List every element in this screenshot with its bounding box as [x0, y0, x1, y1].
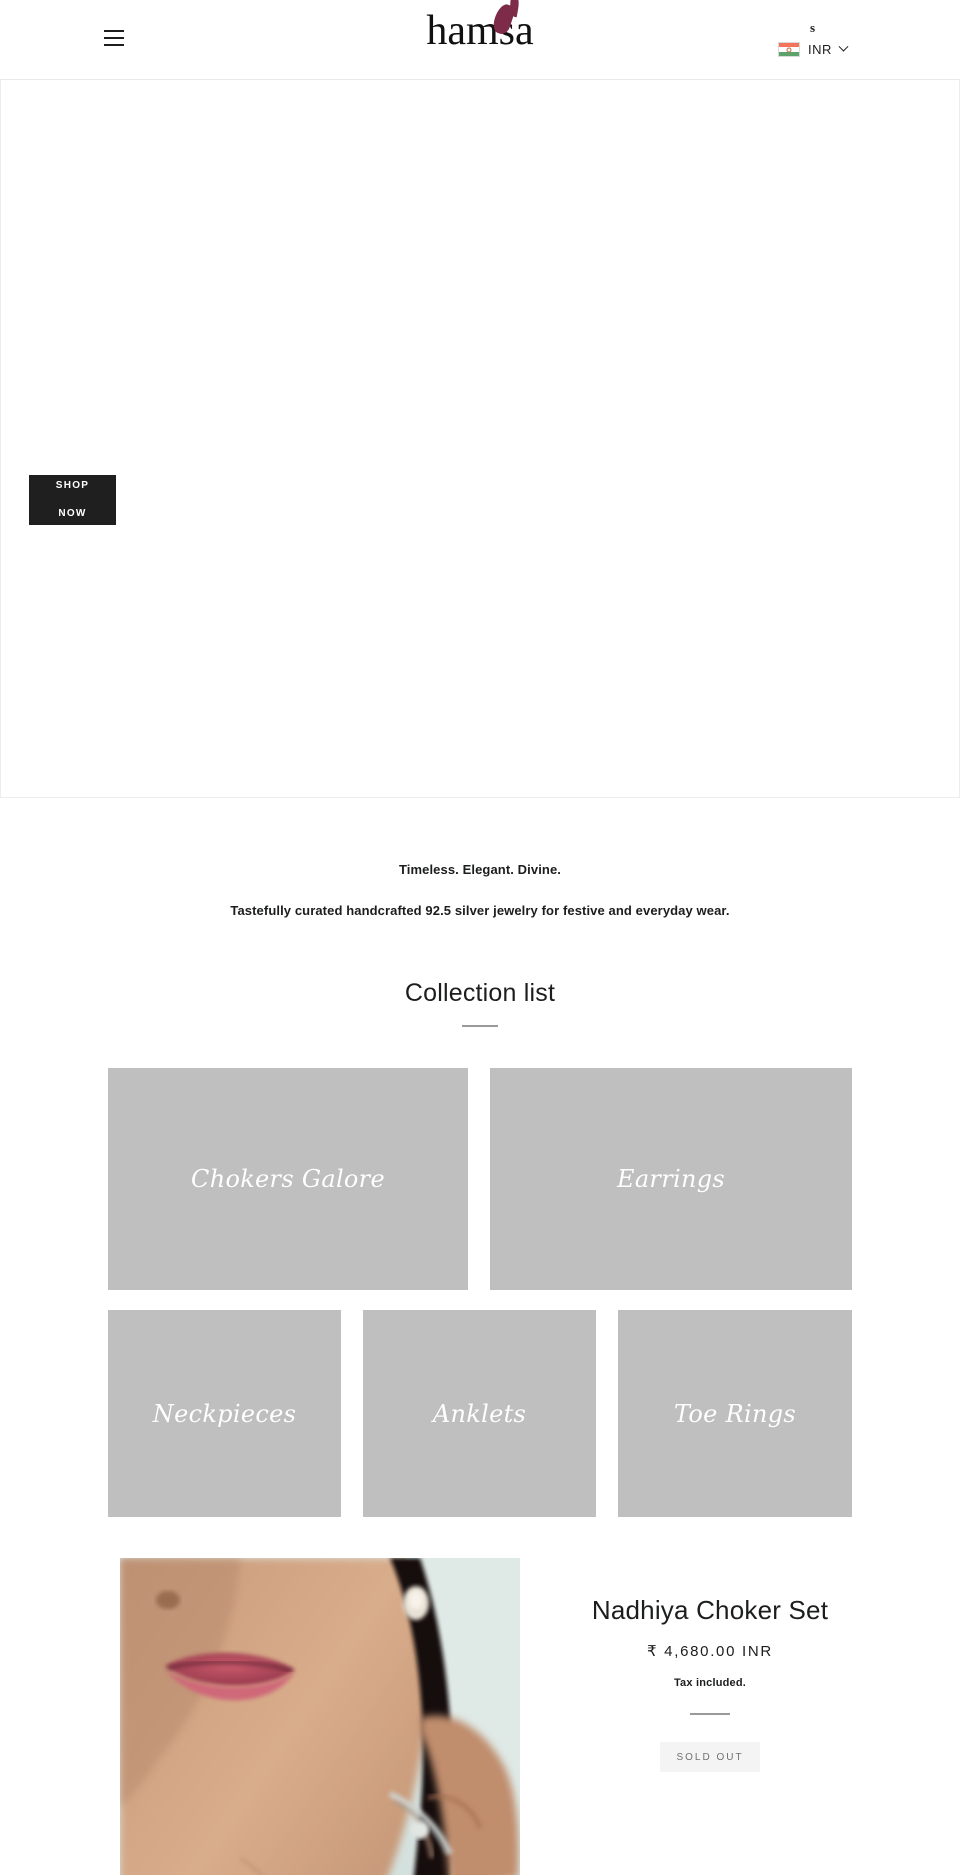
collection-tile-earrings[interactable]: Earrings — [490, 1068, 852, 1290]
header-right-group: s INR — [710, 0, 960, 80]
collection-row-1: Chokers Galore Earrings — [108, 1068, 852, 1290]
collection-tile-label: Neckpieces — [152, 1399, 297, 1428]
hero-banner: SHOP NOW — [0, 80, 960, 798]
product-title: Nadhiya Choker Set — [591, 1595, 829, 1625]
shop-now-line-2: NOW — [58, 508, 87, 519]
hamburger-bar-1 — [104, 30, 124, 32]
collection-list-section: Collection list Chokers Galore Earrings … — [0, 921, 960, 1517]
flag-chakra-icon — [786, 47, 792, 52]
collection-tile-label: Chokers Galore — [191, 1165, 385, 1193]
page-root: hamsa s INR SHOP NOW Timeless. Elegant. … — [0, 0, 960, 1875]
product-divider — [690, 1713, 730, 1715]
collection-tile-neckpieces[interactable]: Neckpieces — [108, 1310, 341, 1517]
collection-tile-grid: Chokers Galore Earrings Neckpieces Ankle… — [108, 1068, 852, 1517]
tagline-line-2: Tastefully curated handcrafted 92.5 silv… — [230, 903, 730, 918]
featured-product-section: Nadhiya Choker Set ₹ 4,680.00 INR Tax in… — [0, 1558, 960, 1875]
product-tax-note: Tax included. — [673, 1677, 747, 1689]
shop-now-line-1: SHOP — [55, 480, 90, 491]
hamburger-bar-2 — [104, 37, 124, 39]
chevron-down-icon — [838, 41, 849, 52]
hamburger-bar-3 — [104, 44, 124, 46]
tagline-section: Timeless. Elegant. Divine. Tastefully cu… — [0, 798, 960, 921]
currency-code: INR — [808, 42, 832, 57]
featured-product-image[interactable] — [120, 1558, 520, 1875]
currency-selector[interactable]: INR — [778, 41, 849, 57]
collection-tile-anklets[interactable]: Anklets — [363, 1310, 596, 1517]
sold-out-button[interactable]: SOLD OUT — [660, 1742, 760, 1772]
woman-wearing-choker-photo — [120, 1558, 520, 1875]
flag-band-green — [779, 51, 799, 56]
search-icon[interactable]: s — [810, 20, 815, 36]
collection-tile-toe-rings[interactable]: Toe Rings — [618, 1310, 852, 1517]
india-flag-icon — [778, 42, 800, 57]
product-price: ₹ 4,680.00 INR — [647, 1643, 773, 1660]
collection-tile-chokers-galore[interactable]: Chokers Galore — [108, 1068, 468, 1290]
shop-now-button[interactable]: SHOP NOW — [29, 475, 116, 525]
collection-row-2: Neckpieces Anklets Toe Rings — [108, 1310, 852, 1517]
collection-tile-label: Anklets — [432, 1399, 527, 1428]
hamburger-menu-icon[interactable] — [104, 26, 130, 50]
collection-tile-label: Earrings — [617, 1165, 725, 1193]
site-header: hamsa s INR — [0, 0, 960, 80]
site-logo[interactable]: hamsa — [426, 2, 534, 54]
section-divider — [462, 1025, 498, 1027]
tagline-line-1: Timeless. Elegant. Divine. — [398, 862, 562, 877]
featured-product-info: Nadhiya Choker Set ₹ 4,680.00 INR Tax in… — [560, 1558, 860, 1772]
site-logo-text: hamsa — [426, 8, 534, 54]
collection-tile-label: Toe Rings — [673, 1399, 796, 1428]
section-title: Collection list — [404, 979, 556, 1007]
